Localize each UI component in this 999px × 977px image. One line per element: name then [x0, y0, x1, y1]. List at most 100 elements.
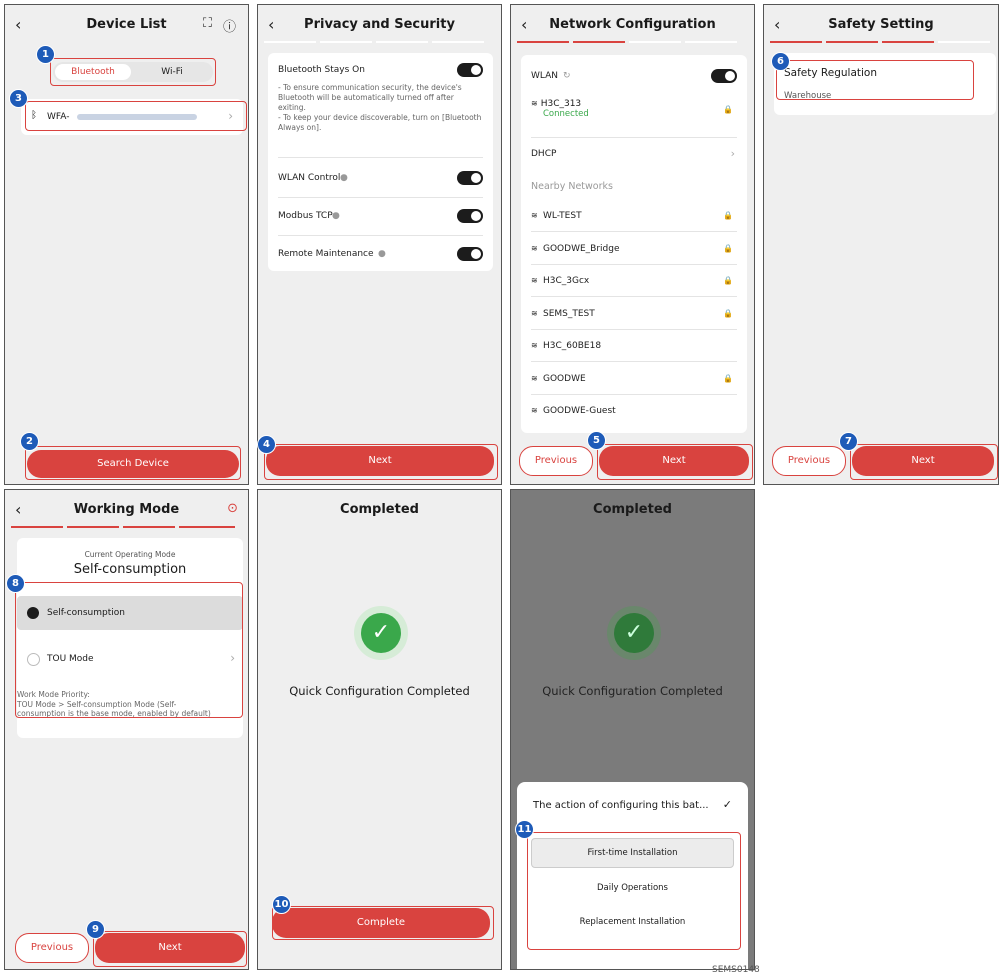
- network-item[interactable]: ≋ GOODWE_Bridge 🔒: [521, 238, 747, 262]
- nearby-label: Nearby Networks: [531, 181, 613, 192]
- step-badge-4: 4: [257, 435, 276, 454]
- divider: [278, 157, 483, 158]
- previous-button[interactable]: Previous: [519, 446, 593, 476]
- completed-sheet-screen: Completed ✓ Quick Configuration Complete…: [510, 489, 755, 970]
- step-badge-5: 5: [587, 431, 606, 450]
- wlan-toggle[interactable]: [457, 171, 483, 185]
- wifi-icon: ≋: [531, 211, 538, 220]
- progress-step-done: [770, 41, 822, 43]
- lock-icon: 🔒: [723, 105, 733, 114]
- scan-icon[interactable]: ⛶: [203, 16, 212, 31]
- tabs-highlight: [50, 58, 216, 86]
- bt-toggle[interactable]: [457, 63, 483, 77]
- step-badge-6: 6: [771, 52, 790, 71]
- network-item[interactable]: ≋ H3C_3Gcx 🔒: [521, 270, 747, 294]
- page-title: Privacy and Security: [304, 17, 455, 32]
- success-message: Quick Configuration Completed: [542, 684, 723, 698]
- search-highlight: [25, 446, 241, 480]
- progress-step-done: [882, 41, 934, 43]
- success-icon: ✓: [354, 606, 408, 660]
- remote-label: Remote Maintenance: [278, 249, 374, 259]
- connected-ssid: H3C_313: [540, 99, 582, 109]
- progress-step-done: [123, 526, 175, 528]
- progress-step-done: [826, 41, 878, 43]
- network-ssid: H3C_60BE18: [543, 341, 602, 351]
- previous-button[interactable]: Previous: [772, 446, 846, 476]
- step-badge-2: 2: [20, 432, 39, 451]
- wlan-toggle[interactable]: [711, 69, 737, 83]
- network-item[interactable]: ≋ H3C_60BE18: [521, 335, 747, 359]
- header: Completed: [258, 490, 501, 530]
- working-mode-screen: ‹ Working Mode ⊙ Current Operating Mode …: [4, 489, 249, 970]
- network-item[interactable]: ≋ SEMS_TEST 🔒: [521, 303, 747, 327]
- network-item[interactable]: ≋ WL-TEST 🔒: [521, 205, 747, 229]
- bt-label: Bluetooth Stays On: [278, 65, 365, 75]
- progress-step: [432, 41, 484, 43]
- current-mode-value: Self-consumption: [73, 562, 187, 577]
- previous-button[interactable]: Previous: [15, 933, 89, 963]
- chevron-right-icon: ›: [730, 147, 735, 160]
- info-icon[interactable]: ●: [332, 211, 340, 221]
- header: ‹ Network Configuration: [511, 5, 754, 45]
- step-badge-10: 10: [272, 895, 291, 914]
- divider: [278, 235, 483, 236]
- refresh-icon[interactable]: ↻: [563, 71, 571, 81]
- progress-step: [320, 41, 372, 43]
- step-badge-3: 3: [9, 89, 28, 108]
- info-icon[interactable]: ●: [340, 173, 348, 183]
- help-icon[interactable]: ⓘ: [223, 16, 236, 35]
- wifi-icon: ≋: [531, 276, 538, 285]
- progress-step-done: [517, 41, 569, 43]
- network-ssid: GOODWE: [543, 373, 586, 384]
- step-badge-11: 11: [515, 820, 534, 839]
- divider: [531, 296, 737, 297]
- wifi-icon: ≋: [531, 243, 538, 253]
- options-highlight: [527, 832, 741, 950]
- figure-code: SEMS0148: [712, 965, 760, 975]
- remote-toggle[interactable]: [457, 247, 483, 261]
- connected-network[interactable]: ≋ H3C_313 Connected 🔒: [531, 99, 737, 129]
- page-title: Network Configuration: [549, 17, 716, 32]
- page-title: Completed: [593, 502, 672, 517]
- help-icon[interactable]: ⊙: [227, 501, 238, 516]
- network-ssid: WL-TEST: [543, 211, 582, 221]
- next-highlight: [264, 444, 498, 480]
- step-badge-9: 9: [86, 920, 105, 939]
- progress-step: [264, 41, 316, 43]
- dhcp-label: DHCP: [531, 149, 557, 159]
- progress-step: [629, 41, 681, 43]
- success-icon: ✓: [607, 606, 661, 660]
- step-badge-1: 1: [36, 45, 55, 64]
- header: ‹ Device List ⛶ ⓘ: [5, 5, 248, 45]
- wifi-icon: ≋: [531, 308, 538, 318]
- sheet-question: The action of configuring this bat...: [533, 800, 709, 811]
- lock-icon: 🔒: [723, 308, 733, 318]
- lock-icon: 🔒: [723, 276, 733, 285]
- modbus-label: Modbus TCP: [278, 211, 333, 221]
- lock-icon: 🔒: [723, 243, 733, 253]
- network-item[interactable]: ≋ GOODWE 🔒: [521, 368, 747, 392]
- progress-step-done: [67, 526, 119, 528]
- header: Completed: [511, 490, 754, 530]
- check-icon: ✓: [722, 798, 732, 811]
- safety-screen: ‹ Safety Setting Safety Regulation Wareh…: [763, 4, 999, 485]
- mode-highlight: [15, 582, 243, 718]
- network-ssid: GOODWE_Bridge: [543, 243, 620, 254]
- progress-step: [685, 41, 737, 43]
- connected-status: Connected: [543, 109, 589, 119]
- wlan-label: WLAN: [531, 71, 559, 81]
- completed-screen: Completed ✓ Quick Configuration Complete…: [257, 489, 502, 970]
- header: ‹ Privacy and Security: [258, 5, 501, 45]
- divider: [531, 263, 737, 265]
- divider: [531, 137, 737, 138]
- divider: [531, 393, 737, 395]
- next-highlight: [93, 931, 247, 967]
- progress-step-done: [573, 41, 625, 43]
- info-icon[interactable]: ●: [378, 249, 386, 259]
- modbus-toggle[interactable]: [457, 209, 483, 223]
- safety-highlight: [776, 60, 974, 100]
- network-ssid: GOODWE-Guest: [543, 406, 616, 416]
- privacy-screen: ‹ Privacy and Security Bluetooth Stays O…: [257, 4, 502, 485]
- network-item[interactable]: ≋ GOODWE-Guest: [521, 400, 747, 424]
- bt-description: - To ensure communication security, the …: [278, 83, 482, 132]
